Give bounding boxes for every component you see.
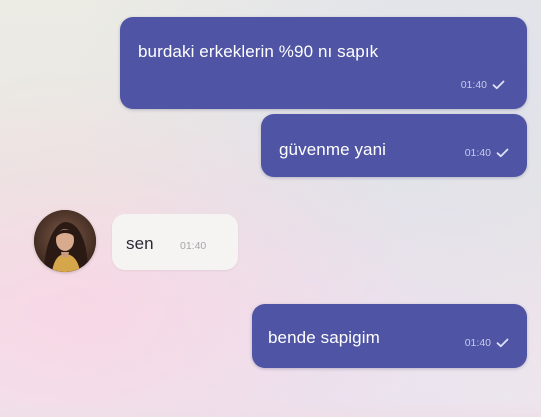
chat-thread: burdaki erkeklerin %90 nı sapık 01:40 gü… (0, 0, 541, 417)
message-text: güvenme yani (279, 140, 387, 159)
message-time: 01:40 (180, 240, 207, 252)
check-icon (492, 80, 505, 90)
message-meta: 01:40 (465, 337, 509, 349)
message-text: burdaki erkeklerin %90 nı sapık (138, 42, 379, 61)
message-text: sen (126, 234, 154, 253)
check-icon (496, 338, 509, 348)
avatar[interactable] (34, 210, 96, 272)
message-bubble-outgoing[interactable]: bende sapigim 01:40 (252, 304, 527, 368)
message-time: 01:40 (464, 337, 491, 349)
message-bubble-outgoing[interactable]: güvenme yani 01:40 (261, 114, 527, 177)
message-time: 01:40 (464, 147, 491, 159)
composer-edge (0, 399, 541, 417)
check-icon (496, 148, 509, 158)
message-bubble-outgoing[interactable]: burdaki erkeklerin %90 nı sapık 01:40 (120, 17, 527, 109)
message-time: 01:40 (460, 79, 487, 91)
message-meta: 01:40 (461, 79, 505, 91)
message-bubble-incoming[interactable]: sen 01:40 (112, 214, 238, 270)
avatar-photo (34, 210, 96, 272)
message-text: bende sapigim (268, 328, 380, 347)
message-meta: 01:40 (465, 147, 509, 159)
